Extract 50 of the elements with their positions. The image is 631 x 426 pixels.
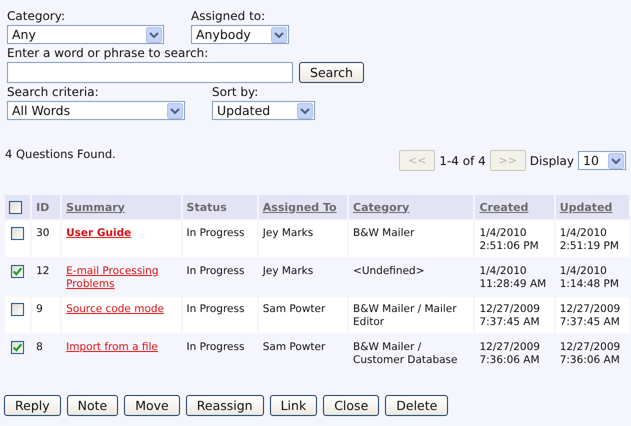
row-checkbox[interactable] <box>11 265 24 278</box>
action-button[interactable]: Delete <box>385 395 448 416</box>
field-label: Enter a word or phrase to search: <box>7 46 210 61</box>
category-select[interactable]: Any <box>7 25 164 44</box>
column-header: Status <box>182 195 257 219</box>
assigned-to-select[interactable]: Anybody <box>191 25 289 44</box>
table-cell: 30 <box>32 221 60 257</box>
column-header: ID <box>32 195 60 219</box>
table-cell: 12/27/2009 7:37:45 AM <box>556 297 629 333</box>
select-all-checkbox[interactable] <box>9 200 22 214</box>
column-header[interactable]: Summary <box>62 195 181 219</box>
table-cell: 12/27/2009 7:37:45 AM <box>475 297 554 333</box>
row-checkbox[interactable] <box>11 227 24 240</box>
action-button[interactable]: Move <box>124 395 180 416</box>
search-field[interactable] <box>7 62 293 83</box>
table-cell: In Progress <box>182 297 257 333</box>
action-button[interactable]: Reassign <box>186 395 264 416</box>
table-cell: 1/4/2010 2:51:06 PM <box>475 221 554 257</box>
action-button[interactable]: Close <box>323 395 380 416</box>
summary-link[interactable]: Source code mode <box>66 303 164 316</box>
search-criteria-select[interactable]: All Words <box>7 101 185 120</box>
field-label: Search criteria: <box>7 85 100 100</box>
summary-link[interactable]: E-mail Processing Problems <box>66 265 180 291</box>
column-header[interactable]: Assigned To <box>258 195 348 219</box>
field-label: Category: <box>7 9 66 24</box>
table-cell: B&W Mailer <box>349 221 474 257</box>
table-cell: 1/4/2010 2:51:19 PM <box>556 221 629 257</box>
column-header[interactable]: Category <box>349 195 474 219</box>
column-header[interactable]: Updated <box>556 195 629 219</box>
field-label: Sort by: <box>212 85 260 100</box>
table-cell: In Progress <box>182 221 257 257</box>
field-label: Assigned to: <box>191 9 266 24</box>
table-cell: 9 <box>32 297 60 333</box>
action-button[interactable]: Link <box>270 395 318 416</box>
column-header[interactable]: Created <box>475 195 554 219</box>
page-range: 1-4 of 4 <box>439 154 486 168</box>
result-count: 4 Questions Found. <box>5 147 116 161</box>
sort-by-select[interactable]: Updated <box>212 101 315 120</box>
row-checkbox[interactable] <box>11 341 24 354</box>
table-cell: Sam Powter <box>258 297 348 333</box>
table-cell: B&W Mailer / Mailer Editor <box>349 297 474 333</box>
row-checkbox[interactable] <box>11 303 24 316</box>
display-label: Display <box>530 154 574 168</box>
summary-link[interactable]: Import from a file <box>66 341 158 354</box>
page-size-select[interactable]: 10 <box>578 151 626 170</box>
action-button[interactable]: Note <box>66 395 118 416</box>
action-button[interactable]: Reply <box>4 395 61 416</box>
summary-link[interactable]: User Guide <box>66 227 132 240</box>
search-button[interactable]: Search <box>299 62 364 83</box>
table-cell: Jey Marks <box>258 221 348 257</box>
